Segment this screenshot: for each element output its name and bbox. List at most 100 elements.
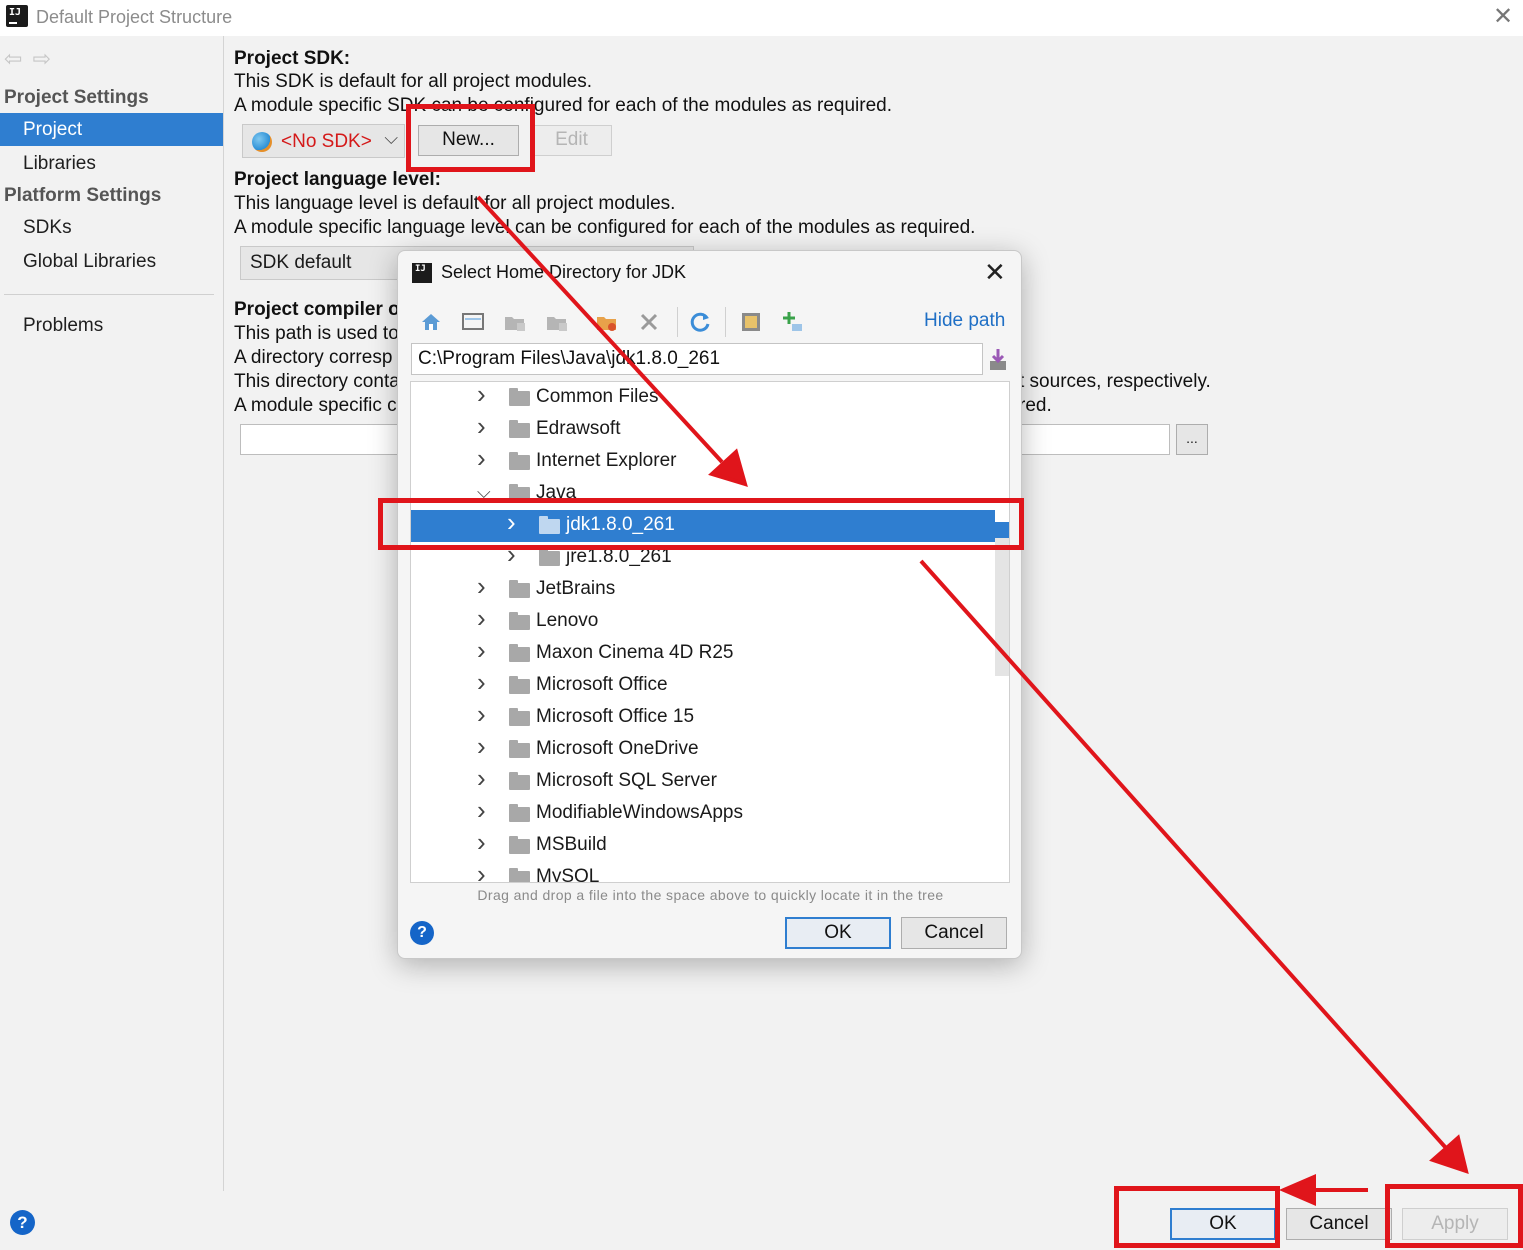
delete-icon[interactable] xyxy=(636,309,662,335)
sidebar-item-global-libraries[interactable]: Global Libraries xyxy=(0,245,223,278)
folder-icon xyxy=(509,644,530,662)
window-title: Default Project Structure xyxy=(36,7,233,27)
forward-arrow-icon[interactable]: ⇨ xyxy=(32,46,60,71)
dialog-title: Select Home Directory for JDK xyxy=(441,262,687,282)
sdk-edit-button[interactable]: Edit xyxy=(531,125,612,156)
tree-row[interactable]: › ModifiableWindowsApps xyxy=(411,795,995,830)
drag-drop-hint: Drag and drop a file into the space abov… xyxy=(477,887,944,903)
tree-row[interactable]: › Edrawsoft xyxy=(411,411,995,446)
tree-row-label: MySQL xyxy=(536,866,600,883)
tree-row-label: Edrawsoft xyxy=(536,418,621,439)
folder-icon xyxy=(509,836,530,854)
dialog-ok-button[interactable]: OK xyxy=(785,917,891,949)
tree-row[interactable]: › Common Files xyxy=(411,382,995,414)
project-sdk-heading: Project SDK: xyxy=(234,48,351,69)
chevron-right-icon[interactable]: › xyxy=(477,699,486,730)
tree-row-label: ModifiableWindowsApps xyxy=(536,802,743,823)
tree-row-label: Microsoft Office xyxy=(536,674,668,695)
sidebar-item-project[interactable]: Project xyxy=(0,113,223,146)
tree-row[interactable]: › Microsoft SQL Server xyxy=(411,763,995,798)
sidebar: ⇦⇨ Project Settings Project Libraries Pl… xyxy=(0,36,224,1191)
compiler-output-desc-4: A module specific c xyxy=(234,395,397,416)
module-folder-icon[interactable] xyxy=(544,309,570,335)
back-arrow-icon[interactable]: ⇦ xyxy=(4,46,32,71)
annotation-box-new xyxy=(406,104,535,172)
language-level-desc-2: A module specific language level can be … xyxy=(234,217,976,238)
compiler-output-desc-3: This directory conta xyxy=(234,371,400,392)
back-forward-arrows: ⇦⇨ xyxy=(4,46,61,72)
project-sdk-desc-1: This SDK is default for all project modu… xyxy=(234,71,592,92)
chevron-right-icon[interactable]: › xyxy=(477,571,486,602)
dialog-cancel-button[interactable]: Cancel xyxy=(901,917,1007,949)
tree-row[interactable]: › Microsoft OneDrive xyxy=(411,731,995,766)
folder-icon xyxy=(509,740,530,758)
sidebar-item-libraries[interactable]: Libraries xyxy=(0,147,223,180)
project-folder-icon[interactable] xyxy=(502,309,528,335)
window-close-button[interactable]: ✕ xyxy=(1493,5,1513,29)
cancel-button[interactable]: Cancel xyxy=(1286,1208,1392,1240)
dialog-close-icon[interactable]: ✕ xyxy=(984,257,1006,288)
tree-row-label: Microsoft SQL Server xyxy=(536,770,717,791)
tree-row-label: MSBuild xyxy=(536,834,607,855)
refresh-icon[interactable] xyxy=(687,309,713,335)
tree-row[interactable]: › MySQL xyxy=(411,859,995,883)
chevron-right-icon[interactable]: › xyxy=(477,731,486,762)
tree-row[interactable]: › Lenovo xyxy=(411,603,995,638)
sidebar-item-problems[interactable]: Problems xyxy=(0,309,223,342)
add-library-icon[interactable] xyxy=(780,309,806,335)
compiler-output-browse-button[interactable]: ... xyxy=(1176,424,1208,455)
sidebar-divider xyxy=(4,294,214,295)
chevron-right-icon[interactable]: › xyxy=(477,667,486,698)
path-input[interactable]: C:\Program Files\Java\jdk1.8.0_261 xyxy=(411,343,983,375)
dialog-footer: ? OK Cancel Apply xyxy=(0,1191,1523,1250)
folder-icon xyxy=(509,868,530,882)
chevron-right-icon[interactable]: › xyxy=(477,635,486,666)
tree-row-label: JetBrains xyxy=(536,578,616,599)
tree-row[interactable]: › Microsoft Office 15 xyxy=(411,699,995,734)
tree-row[interactable]: › MSBuild xyxy=(411,827,995,862)
folder-icon xyxy=(509,452,530,470)
sidebar-item-sdks[interactable]: SDKs xyxy=(0,211,223,244)
desktop-icon[interactable] xyxy=(460,309,486,335)
chevron-right-icon[interactable]: › xyxy=(477,443,486,474)
help-icon[interactable]: ? xyxy=(10,1210,35,1235)
chevron-right-icon[interactable]: › xyxy=(477,603,486,634)
sdk-globe-icon xyxy=(252,132,272,152)
sidebar-section-project-settings: Project Settings xyxy=(4,87,149,108)
chevron-right-icon[interactable]: › xyxy=(477,763,486,794)
project-sdk-desc-2: A module specific SDK can be configured … xyxy=(234,95,892,116)
folder-icon xyxy=(509,420,530,438)
intellij-app-icon: IJ xyxy=(4,3,28,27)
folder-icon xyxy=(509,708,530,726)
home-icon[interactable] xyxy=(418,309,444,335)
folder-icon xyxy=(509,804,530,822)
select-jdk-dialog: IJ Select Home Directory for JDK ✕ Hide … xyxy=(397,250,1022,959)
tree-row[interactable]: › Maxon Cinema 4D R25 xyxy=(411,635,995,670)
chevron-right-icon[interactable]: › xyxy=(477,859,486,882)
compiler-output-desc-3-tail: t sources, respectively. xyxy=(1019,371,1211,392)
chevron-down-icon: ⌵ xyxy=(384,128,398,148)
tree-row-label: Microsoft OneDrive xyxy=(536,738,699,759)
dialog-help-icon[interactable]: ? xyxy=(410,921,434,945)
chevron-right-icon[interactable]: › xyxy=(477,382,486,410)
show-hidden-icon[interactable] xyxy=(738,309,764,335)
new-folder-icon[interactable] xyxy=(594,309,620,335)
tree-row-label: Internet Explorer xyxy=(536,450,677,471)
project-sdk-value: <No SDK> xyxy=(281,131,372,152)
tree-row-label: Maxon Cinema 4D R25 xyxy=(536,642,734,663)
tree-row-label: Lenovo xyxy=(536,610,599,631)
tree-row-label: Common Files xyxy=(536,386,659,407)
chevron-right-icon[interactable]: › xyxy=(477,827,486,858)
hide-path-link[interactable]: Hide path xyxy=(924,310,1005,332)
download-path-icon[interactable] xyxy=(988,347,1008,371)
chevron-right-icon[interactable]: › xyxy=(477,411,486,442)
chevron-right-icon[interactable]: › xyxy=(477,795,486,826)
annotation-box-ok xyxy=(1114,1186,1280,1248)
language-level-heading: Project language level: xyxy=(234,169,441,190)
tree-row[interactable]: › JetBrains xyxy=(411,571,995,606)
annotation-box-jdk xyxy=(378,498,1024,550)
tree-row[interactable]: › Internet Explorer xyxy=(411,443,995,478)
project-sdk-combo[interactable]: <No SDK> ⌵ xyxy=(242,124,405,158)
directory-tree[interactable]: › Common Files › Edrawsoft › Internet Explore… xyxy=(410,381,1010,883)
tree-row[interactable]: › Microsoft Office xyxy=(411,667,995,702)
